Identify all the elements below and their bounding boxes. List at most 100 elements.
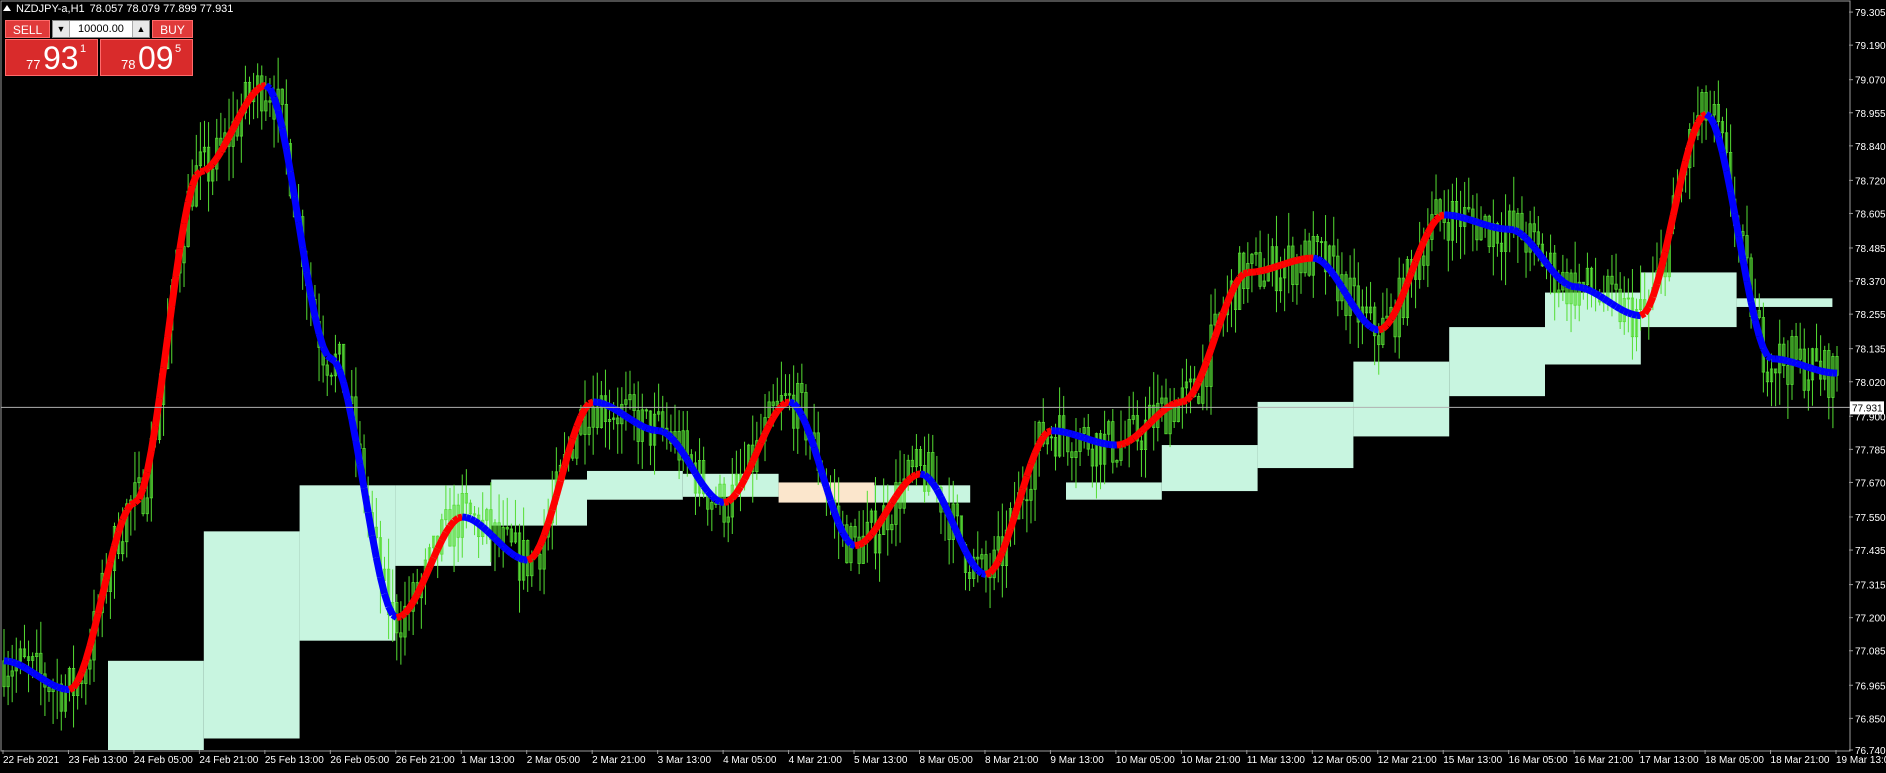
sell-price-box[interactable]: 77 93 1 bbox=[5, 39, 98, 76]
x-tick-label: 26 Feb 21:00 bbox=[396, 755, 455, 766]
heiken-ashi-segment bbox=[854, 541, 860, 550]
x-tick-label: 1 Mar 13:00 bbox=[461, 755, 515, 766]
heiken-ashi-segment bbox=[90, 612, 102, 632]
x-tick-label: 8 Mar 05:00 bbox=[920, 755, 974, 766]
lot-increase-icon[interactable]: ▲ bbox=[132, 21, 149, 37]
heiken-ashi-segment bbox=[1743, 280, 1755, 303]
heiken-ashi-segment bbox=[1578, 283, 1585, 292]
heiken-ashi-segment bbox=[1610, 300, 1618, 310]
y-axis: 79.305 79.190 79.070 78.955 78.840 78.720 78.6… bbox=[1849, 8, 1886, 757]
heiken-ashi-segment bbox=[1083, 434, 1090, 443]
heiken-ashi-segment bbox=[719, 498, 725, 507]
heiken-ashi-segment bbox=[860, 536, 870, 546]
price-chart[interactable]: 79.305 79.190 79.070 78.955 78.840 78.720 78.6… bbox=[0, 0, 1886, 773]
heiken-ashi-segment bbox=[970, 562, 981, 573]
heiken-ashi-segment bbox=[274, 109, 286, 129]
heiken-ashi-segment bbox=[1547, 266, 1558, 276]
zone-box bbox=[874, 485, 971, 503]
heiken-ashi-segment bbox=[1787, 357, 1793, 366]
heiken-ashi-segment bbox=[457, 513, 464, 522]
heiken-ashi-segment bbox=[1119, 439, 1127, 448]
heiken-ashi-segment bbox=[242, 97, 253, 108]
heiken-ashi-segment bbox=[1565, 281, 1573, 290]
y-tick-label: 78.955 bbox=[1855, 109, 1886, 120]
heiken-ashi-segment bbox=[1315, 255, 1324, 265]
x-tick-label: 19 Mar 13:00 bbox=[1836, 755, 1886, 766]
buy-price-prefix: 78 bbox=[121, 57, 136, 72]
heiken-ashi-segment bbox=[632, 418, 640, 427]
heiken-ashi-segment bbox=[1570, 282, 1576, 291]
lot-size-field[interactable]: ▼ 10000.00 ▲ bbox=[52, 20, 150, 38]
heiken-ashi-segment bbox=[1618, 305, 1626, 315]
heiken-ashi-segment bbox=[700, 483, 711, 494]
heiken-ashi-segment bbox=[557, 465, 568, 482]
heiken-ashi-segment bbox=[1641, 305, 1652, 316]
x-tick-label: 11 Mar 13:00 bbox=[1247, 755, 1306, 766]
collapse-triangle-icon[interactable] bbox=[3, 5, 11, 11]
sell-button[interactable]: SELL bbox=[5, 20, 50, 38]
heiken-ashi-segment bbox=[1408, 260, 1419, 274]
heiken-ashi-segment bbox=[1803, 362, 1810, 371]
sell-price-prefix: 77 bbox=[26, 57, 41, 72]
x-tick-label: 3 Mar 13:00 bbox=[658, 755, 712, 766]
heiken-ashi-segment bbox=[1556, 275, 1566, 285]
heiken-ashi-segment bbox=[311, 315, 323, 335]
heiken-ashi-segment bbox=[1707, 115, 1718, 127]
heiken-ashi-segment bbox=[1597, 292, 1606, 302]
heiken-ashi-segment bbox=[38, 674, 47, 684]
heiken-ashi-segment bbox=[98, 577, 110, 597]
heiken-ashi-segment bbox=[1463, 214, 1470, 223]
x-tick-label: 25 Feb 13:00 bbox=[265, 755, 324, 766]
heiken-ashi-segment bbox=[684, 458, 695, 469]
sell-price-sup: 1 bbox=[80, 43, 87, 55]
heiken-ashi-segment bbox=[999, 539, 1010, 554]
heiken-ashi-segment bbox=[60, 684, 67, 693]
y-tick-label: 77.435 bbox=[1855, 546, 1886, 557]
heiken-ashi-segment bbox=[1412, 250, 1423, 263]
heiken-ashi-segment bbox=[1181, 397, 1188, 406]
heiken-ashi-segment bbox=[14, 660, 22, 669]
lot-size-value[interactable]: 10000.00 bbox=[71, 21, 131, 37]
heiken-ashi-segment bbox=[1351, 305, 1362, 316]
heiken-ashi-segment bbox=[168, 275, 180, 307]
heiken-ashi-segment bbox=[823, 486, 834, 502]
heiken-ashi-segment bbox=[1747, 301, 1759, 322]
heiken-ashi-segment bbox=[788, 398, 795, 407]
zone-box bbox=[1257, 401, 1354, 469]
heiken-ashi-segment bbox=[1224, 291, 1235, 304]
heiken-ashi-segment bbox=[749, 450, 761, 464]
heiken-ashi-segment bbox=[70, 679, 81, 690]
heiken-ashi-segment bbox=[544, 509, 556, 525]
x-axis: 22 Feb 2021 23 Feb 13:00 24 Feb 05:00 24 Fe… bbox=[2, 750, 1886, 766]
heiken-ashi-segment bbox=[587, 398, 595, 407]
buy-button[interactable]: BUY bbox=[152, 20, 193, 38]
heiken-ashi-segment bbox=[1228, 282, 1239, 295]
heiken-ashi-segment bbox=[1824, 368, 1830, 376]
lot-decrease-icon[interactable]: ▼ bbox=[53, 21, 70, 37]
x-tick-label: 8 Mar 21:00 bbox=[985, 755, 1039, 766]
heiken-ashi-segment bbox=[582, 401, 592, 411]
heiken-ashi-segment bbox=[1714, 135, 1726, 154]
heiken-ashi-segment bbox=[266, 87, 278, 99]
heiken-ashi-segment bbox=[1368, 323, 1377, 333]
heiken-ashi-segment bbox=[180, 201, 192, 225]
heiken-ashi-segment bbox=[692, 471, 703, 482]
heiken-ashi-segment bbox=[336, 368, 347, 384]
zone-box bbox=[108, 660, 204, 750]
heiken-ashi-segment bbox=[213, 149, 224, 161]
heiken-ashi-segment bbox=[509, 550, 518, 560]
heiken-ashi-segment bbox=[67, 684, 76, 693]
heiken-ashi-segment bbox=[1027, 451, 1039, 466]
heiken-ashi-segment bbox=[548, 494, 560, 512]
heiken-ashi-segment bbox=[398, 610, 408, 620]
heiken-ashi-segment bbox=[1719, 151, 1730, 172]
heiken-ashi-segment bbox=[1723, 170, 1735, 193]
y-tick-label: 76.965 bbox=[1855, 681, 1886, 692]
heiken-ashi-segment bbox=[1400, 281, 1411, 295]
buy-price-box[interactable]: 78 09 5 bbox=[100, 39, 193, 76]
heiken-ashi-segment bbox=[849, 540, 857, 549]
x-tick-label: 9 Mar 13:00 bbox=[1050, 755, 1104, 766]
y-tick-label: 78.370 bbox=[1855, 277, 1886, 288]
heiken-ashi-segment bbox=[1790, 358, 1798, 367]
heiken-ashi-segment bbox=[1475, 218, 1483, 227]
